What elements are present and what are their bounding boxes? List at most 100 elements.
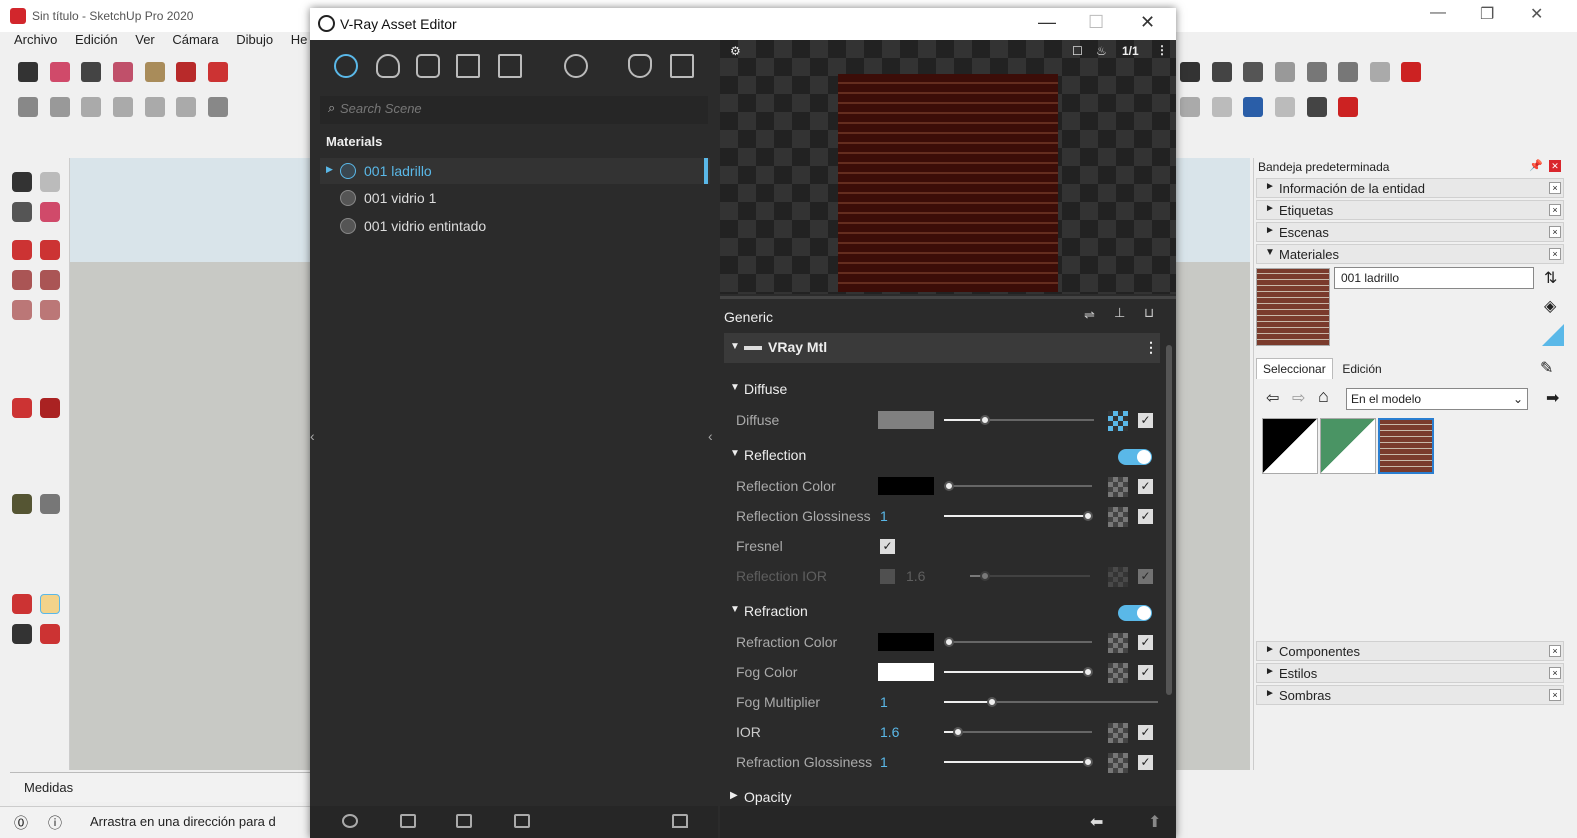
- ior-lock-checkbox[interactable]: [880, 569, 895, 584]
- render-icon[interactable]: [1274, 62, 1295, 82]
- panel-shadows[interactable]: ► Sombras ×: [1256, 685, 1564, 705]
- redo-icon[interactable]: [1274, 97, 1295, 117]
- home-icon[interactable]: ⌂: [1318, 386, 1329, 407]
- arrow-left-icon[interactable]: ⬅: [1090, 812, 1103, 832]
- checkbox[interactable]: ✓: [1138, 755, 1153, 770]
- interactive-render-icon[interactable]: [1306, 62, 1327, 82]
- panel-entity-info[interactable]: ► Información de la entidad ×: [1256, 178, 1564, 198]
- section-diffuse[interactable]: ▼ Diffuse: [724, 377, 1160, 403]
- eraser-tool-icon[interactable]: [40, 202, 60, 222]
- arrow-up-icon[interactable]: ⬆: [1148, 812, 1161, 832]
- fresnel-checkbox[interactable]: ✓: [880, 539, 895, 554]
- menu-archivo[interactable]: Archivo: [14, 32, 57, 47]
- section-reflection[interactable]: ▼ Reflection: [724, 443, 1160, 469]
- undo-icon[interactable]: [1243, 97, 1264, 117]
- checkbox[interactable]: ✓: [1138, 479, 1153, 494]
- close-panel-icon[interactable]: ×: [1549, 667, 1561, 679]
- preview-square-icon[interactable]: ☐: [1072, 44, 1083, 58]
- value-slider[interactable]: [944, 697, 1158, 707]
- close-panel-icon[interactable]: ×: [1549, 248, 1561, 260]
- details-icon[interactable]: ➡: [1546, 388, 1559, 408]
- paint-bucket-icon[interactable]: [12, 202, 32, 222]
- texture-slot-icon[interactable]: [1108, 567, 1128, 587]
- panel-materials[interactable]: ▼ Materiales ×: [1256, 244, 1564, 264]
- material-list-item-selected[interactable]: ▶ 001 ladrillo: [320, 158, 710, 184]
- param-value[interactable]: 1: [880, 508, 888, 524]
- pencil-icon[interactable]: [12, 240, 32, 260]
- vray-icon[interactable]: [1401, 62, 1422, 82]
- view-top-icon[interactable]: [49, 97, 70, 117]
- purge-icon[interactable]: [672, 814, 688, 828]
- info-icon[interactable]: ⓘ: [48, 813, 62, 833]
- preview-ratio[interactable]: 1/1: [1122, 44, 1139, 58]
- section-refraction[interactable]: ▼ Refraction: [724, 599, 1160, 625]
- tab-edicion[interactable]: Edición: [1336, 359, 1387, 379]
- vray-mtl-header[interactable]: ▼ VRay Mtl ⋮: [724, 333, 1160, 363]
- close-panel-icon[interactable]: ×: [1549, 645, 1561, 657]
- color-swatch[interactable]: [878, 633, 934, 651]
- rotated-rectangle-icon[interactable]: [40, 270, 60, 290]
- display-secondary-icon[interactable]: ⇅: [1544, 268, 1557, 288]
- color-swatch[interactable]: [878, 477, 934, 495]
- reflection-toggle[interactable]: [1118, 449, 1152, 465]
- color-slider[interactable]: [944, 415, 1094, 425]
- material-name-field[interactable]: 001 ladrillo: [1334, 267, 1534, 289]
- cancel-icon[interactable]: [1211, 97, 1232, 117]
- color-slider[interactable]: [944, 637, 1092, 647]
- materials-category-icon[interactable]: [334, 54, 358, 78]
- zoom-icon[interactable]: [12, 624, 32, 644]
- view-iso-icon[interactable]: [18, 97, 38, 117]
- panel-tags[interactable]: ► Etiquetas ×: [1256, 200, 1564, 220]
- save-asset-icon[interactable]: ⊔: [1144, 305, 1154, 321]
- material-list-item[interactable]: 001 vidrio entintado: [320, 213, 710, 239]
- collapse-list-icon[interactable]: ‹: [708, 428, 713, 444]
- view-front-icon[interactable]: [81, 97, 102, 117]
- value-slider[interactable]: [944, 757, 1094, 767]
- params-scrollbar[interactable]: [1166, 345, 1172, 695]
- home-icon[interactable]: [1180, 62, 1200, 82]
- layers-category-icon[interactable]: [456, 54, 480, 78]
- lights-category-icon[interactable]: [376, 54, 400, 78]
- move-icon[interactable]: [12, 398, 32, 418]
- list-scroll-indicator[interactable]: [704, 158, 708, 184]
- frame-buffer-icon[interactable]: [1369, 62, 1390, 82]
- texture-slot-icon[interactable]: [1108, 723, 1128, 743]
- menu-camara[interactable]: Cámara: [172, 32, 218, 47]
- material-list-item[interactable]: 001 vidrio 1: [320, 185, 710, 211]
- collapse-icon[interactable]: ▼: [730, 341, 740, 352]
- back-icon[interactable]: ⇦: [1266, 388, 1279, 408]
- panel-scenes[interactable]: ► Escenas ×: [1256, 222, 1564, 242]
- dimension-icon[interactable]: [40, 494, 60, 514]
- paint-icon[interactable]: [1306, 97, 1327, 117]
- section-plane-icon[interactable]: [207, 97, 228, 117]
- color-slider[interactable]: [944, 667, 1094, 677]
- rectangle-icon[interactable]: [12, 270, 32, 290]
- default-material-icon[interactable]: [1542, 324, 1564, 346]
- select-tool-icon[interactable]: [18, 62, 38, 82]
- param-value[interactable]: 1.6: [880, 724, 899, 740]
- forward-icon[interactable]: ⇨: [1292, 388, 1305, 408]
- circle-icon[interactable]: [12, 300, 32, 320]
- collapse-left-icon[interactable]: ‹: [310, 428, 315, 444]
- color-swatch[interactable]: [878, 411, 934, 429]
- value-slider[interactable]: [970, 571, 1090, 581]
- cloud-render-icon[interactable]: [1338, 62, 1359, 82]
- view-right-icon[interactable]: [112, 97, 133, 117]
- menu-ver[interactable]: Ver: [135, 32, 155, 47]
- camera-icon[interactable]: [1243, 62, 1264, 82]
- minimize-icon[interactable]: —: [1430, 4, 1446, 22]
- save-icon[interactable]: [456, 814, 472, 828]
- view-back-icon[interactable]: [144, 97, 165, 117]
- collection-select[interactable]: En el modelo ⌄: [1346, 388, 1528, 410]
- material-thumb-brick[interactable]: [1378, 418, 1434, 474]
- checkbox[interactable]: ✓: [1138, 569, 1153, 584]
- tab-seleccionar[interactable]: Seleccionar: [1256, 358, 1333, 379]
- pan-icon[interactable]: [40, 594, 60, 614]
- options-icon[interactable]: ⇌: [1084, 307, 1095, 323]
- arc-tool-icon[interactable]: [112, 62, 133, 82]
- pushpull-icon[interactable]: [176, 62, 197, 82]
- param-value[interactable]: 1.6: [906, 568, 925, 584]
- delete-icon[interactable]: [514, 814, 530, 828]
- vray-extras-icon[interactable]: [1338, 97, 1359, 117]
- material-thumb-black[interactable]: [1262, 418, 1318, 474]
